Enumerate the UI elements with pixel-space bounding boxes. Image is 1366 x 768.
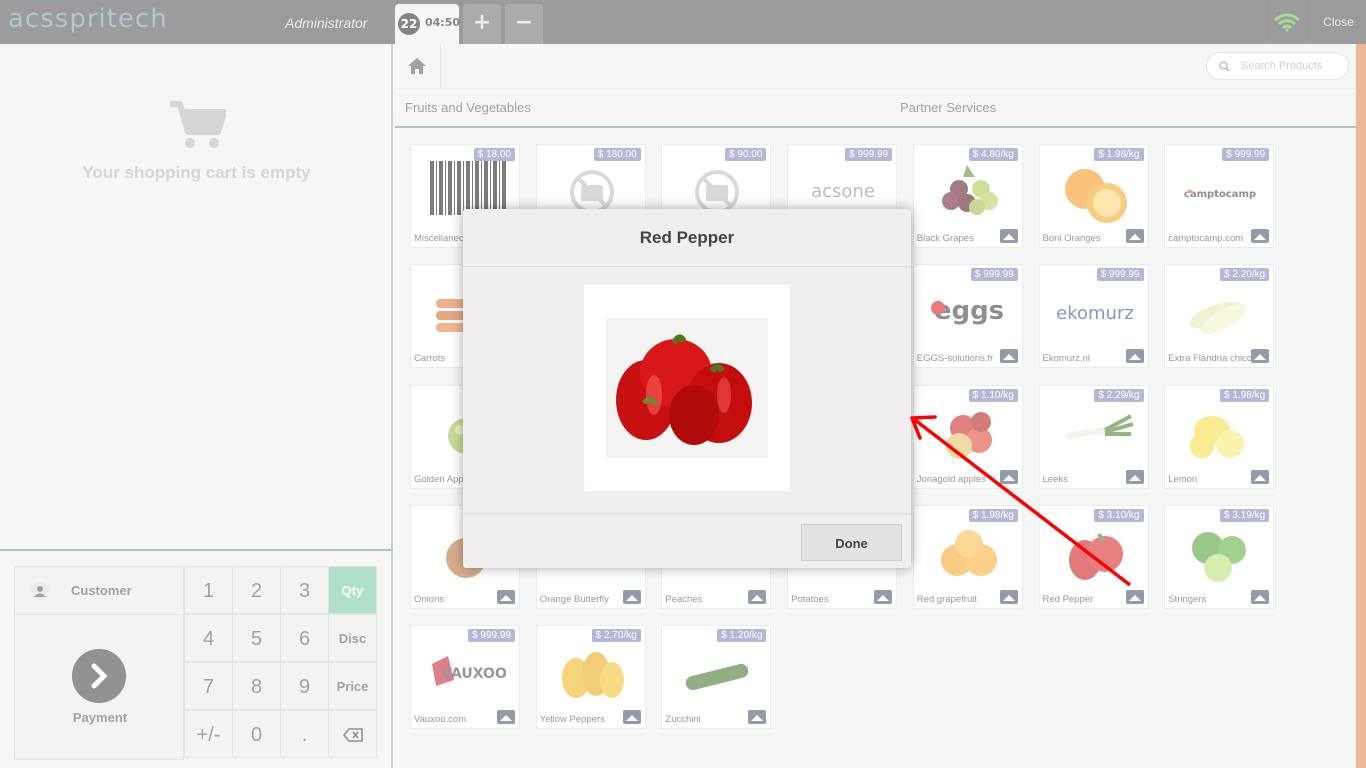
red-pepper-image: [606, 318, 768, 458]
product-image-dialog: Red Pepper Done: [463, 209, 911, 568]
dialog-title: Red Pepper: [463, 209, 911, 267]
product-image: [584, 285, 790, 491]
done-button[interactable]: Done: [801, 524, 902, 561]
dialog-footer: Done: [463, 513, 911, 568]
